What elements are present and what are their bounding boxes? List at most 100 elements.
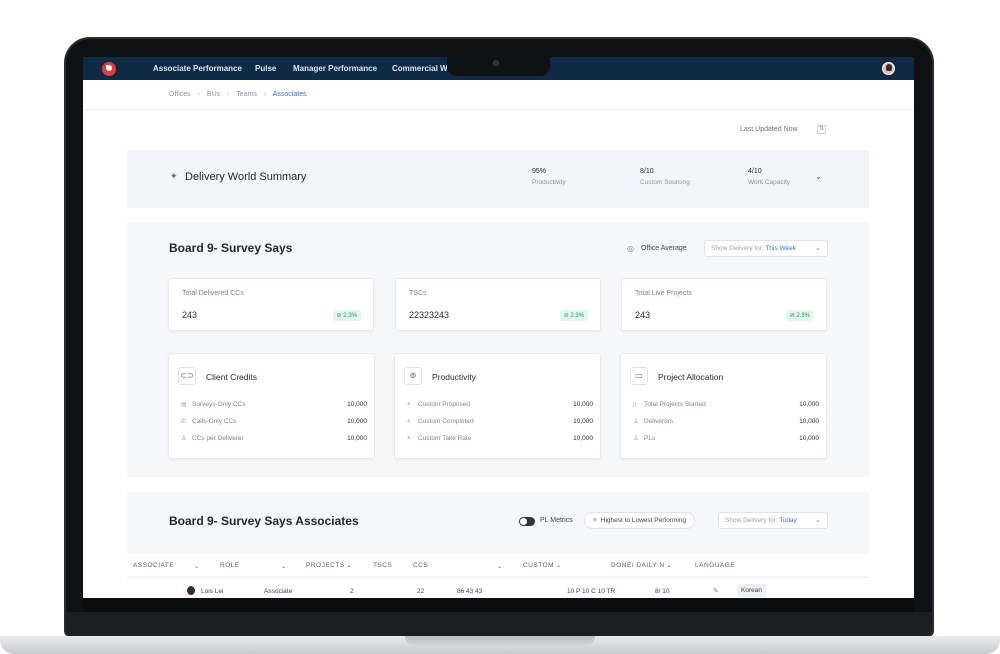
- row-value: 10,000: [799, 401, 819, 408]
- row-value: 10,000: [799, 418, 819, 425]
- chevron-right-icon: ›: [197, 91, 200, 98]
- select-label: Show Delivery for:: [725, 517, 778, 524]
- sort-order-select[interactable]: ≡ Highest to Lowest Performing: [584, 512, 696, 529]
- metric-value: 4/10: [748, 168, 762, 175]
- show-delivery-today-select[interactable]: Show Delivery for: Today ⌄: [718, 512, 828, 529]
- header-label: ASSOCIATE: [133, 562, 175, 569]
- chart-icon: ⩓: [407, 435, 411, 441]
- avatar: [187, 586, 195, 595]
- metric-value: 95%: [532, 168, 547, 175]
- card-row: ▯ Total Projects Started 10,000: [633, 401, 819, 411]
- nav-item-commercial[interactable]: Commercial Wo: [392, 64, 452, 73]
- row-label: PLs: [644, 435, 656, 442]
- chevron-down-icon[interactable]: ⌄: [497, 562, 503, 570]
- chevron-right-icon: ›: [227, 91, 230, 98]
- row-label: Calls-Only CCs: [192, 418, 237, 425]
- pl-metrics-toggle[interactable]: [519, 517, 535, 526]
- card-row: ♙ PLs 10,000: [633, 435, 819, 445]
- office-average-toggle[interactable]: Office Average: [641, 245, 687, 252]
- card-project-allocation: ▭ Project Allocation ▯ Total Projects Sta…: [620, 353, 827, 459]
- trend-badge: ⊘ 2.3%: [785, 310, 814, 321]
- breadcrumb-offices[interactable]: Offices: [169, 91, 191, 98]
- card-title: Productivity: [432, 372, 476, 382]
- stat-value: 243: [635, 310, 651, 320]
- nav-item-manager-performance[interactable]: Manager Performance: [293, 64, 377, 73]
- sort-label: Highest to Lowest Performing: [600, 517, 687, 524]
- summary-title: Delivery World Summary: [185, 171, 307, 183]
- row-value: 10,000: [799, 435, 819, 442]
- column-header-associate[interactable]: ASSOCIATE: [133, 562, 174, 569]
- pencil-icon[interactable]: ✎: [713, 587, 719, 595]
- metric-label: Custom Sourcing: [640, 179, 690, 186]
- card-title: Client Credits: [206, 372, 258, 382]
- stat-card-tscs: TSCs 22323243 ⊘ 2.3%: [395, 278, 601, 331]
- chevron-down-icon: ⌄: [666, 563, 673, 569]
- card-productivity: ⊚ Productivity ⩓ Custom Proposed 10,000 ⩓ C…: [394, 353, 601, 459]
- app-screen: Associate Performance Pulse Manager Perf…: [83, 57, 914, 598]
- document-icon: ▯: [633, 402, 637, 408]
- column-header-role[interactable]: ROLE: [220, 562, 240, 569]
- summary-metric-productivity: 95% Productivity: [532, 168, 566, 186]
- row-label: Custom Proposed: [418, 401, 471, 408]
- summary-metric-work-capacity: 4/10 Work Capacity: [748, 168, 790, 186]
- laptop-base-notch: [405, 636, 595, 646]
- row-label: Custom Completed: [418, 418, 474, 425]
- row-label: Custom Take Rate: [418, 435, 472, 442]
- productivity-icon: ⊚: [404, 367, 422, 385]
- column-header-custom[interactable]: CUSTOM ⌄: [523, 562, 562, 569]
- nav-item-pulse[interactable]: Pulse: [255, 64, 276, 73]
- breadcrumb-teams[interactable]: Teams: [236, 91, 257, 98]
- header-label: LANGUAGE: [695, 562, 736, 569]
- associates-panel: Board 9- Survey Says Associates PL Metri…: [127, 492, 869, 598]
- column-header-projects[interactable]: PROJECTS ⌄: [306, 562, 352, 569]
- chevron-down-icon[interactable]: ⌄: [194, 562, 200, 570]
- row-value: 10,000: [573, 435, 593, 442]
- credits-icon: ⊂⊃: [178, 367, 196, 385]
- delivery-world-summary: ✦ Delivery World Summary 95% Productivit…: [127, 150, 869, 208]
- breadcrumb-associates[interactable]: Associates: [273, 91, 307, 98]
- screen-bezel: [83, 598, 914, 612]
- chart-icon: ⩓: [407, 401, 411, 407]
- select-value: Today: [779, 517, 797, 524]
- stat-value: 22323243: [409, 310, 450, 320]
- cell-done: 8/ 10: [655, 588, 670, 595]
- header-label: PROJECTS: [306, 562, 345, 569]
- cell-name[interactable]: Lois Lei: [201, 588, 223, 595]
- refresh-icon[interactable]: ⇅: [817, 125, 826, 134]
- last-updated-text: Last Updated Now: [740, 126, 798, 133]
- show-delivery-select[interactable]: Show Delivery for: This Week ⌄: [704, 240, 828, 257]
- cell-ccs: 86 43 43: [457, 588, 483, 595]
- chevron-down-icon: ⌄: [346, 563, 353, 569]
- row-value: 10,000: [347, 418, 367, 425]
- header-label: CUSTOM: [523, 562, 555, 569]
- card-client-credits: ⊂⊃ Client Credits ▤ Surveys-Only CCs 10,00…: [168, 353, 375, 459]
- trend-value: 2.3%: [343, 313, 357, 319]
- table-row[interactable]: Lois Lei Associate 2 22 86 43 43 10 P 10…: [127, 577, 869, 598]
- app-logo-icon[interactable]: [102, 62, 116, 76]
- breadcrumb-bus[interactable]: BUs: [207, 91, 220, 98]
- card-row: ✆ Calls-Only CCs 10,000: [181, 418, 367, 428]
- column-header-tscs[interactable]: TSCS: [373, 562, 392, 569]
- language-badge: Korean: [737, 584, 766, 597]
- card-row: ▤ Surveys-Only CCs 10,000: [181, 401, 367, 411]
- nav-item-associate-performance[interactable]: Associate Performance: [153, 64, 242, 73]
- metric-label: Productivity: [532, 179, 566, 186]
- chevron-down-icon[interactable]: ⌄: [281, 562, 287, 570]
- sparkle-icon: ✦: [170, 171, 178, 181]
- row-label: Deliverers: [644, 418, 674, 425]
- card-row: ⩓ Custom Proposed 10,000: [407, 401, 593, 411]
- person-icon: ♙: [633, 419, 639, 425]
- column-header-ccs[interactable]: CCS: [413, 562, 428, 569]
- trend-badge: ⊘ 2.3%: [332, 310, 361, 321]
- eye-off-icon[interactable]: ◎: [627, 244, 634, 253]
- column-header-language[interactable]: LANGUAGE: [695, 562, 735, 569]
- user-avatar[interactable]: [882, 62, 895, 75]
- row-label: CCs per Deliverer: [192, 435, 244, 442]
- column-header-done-daily[interactable]: DONE/ DAILY N ⌄: [611, 562, 672, 569]
- row-value: 10,000: [573, 418, 593, 425]
- person-icon: ♙: [181, 436, 187, 442]
- chevron-down-icon[interactable]: ⌄: [815, 172, 822, 181]
- metric-value: 8/10: [640, 168, 654, 175]
- camera-notch: [447, 57, 550, 76]
- summary-metric-custom-sourcing: 8/10 Custom Sourcing: [640, 168, 690, 186]
